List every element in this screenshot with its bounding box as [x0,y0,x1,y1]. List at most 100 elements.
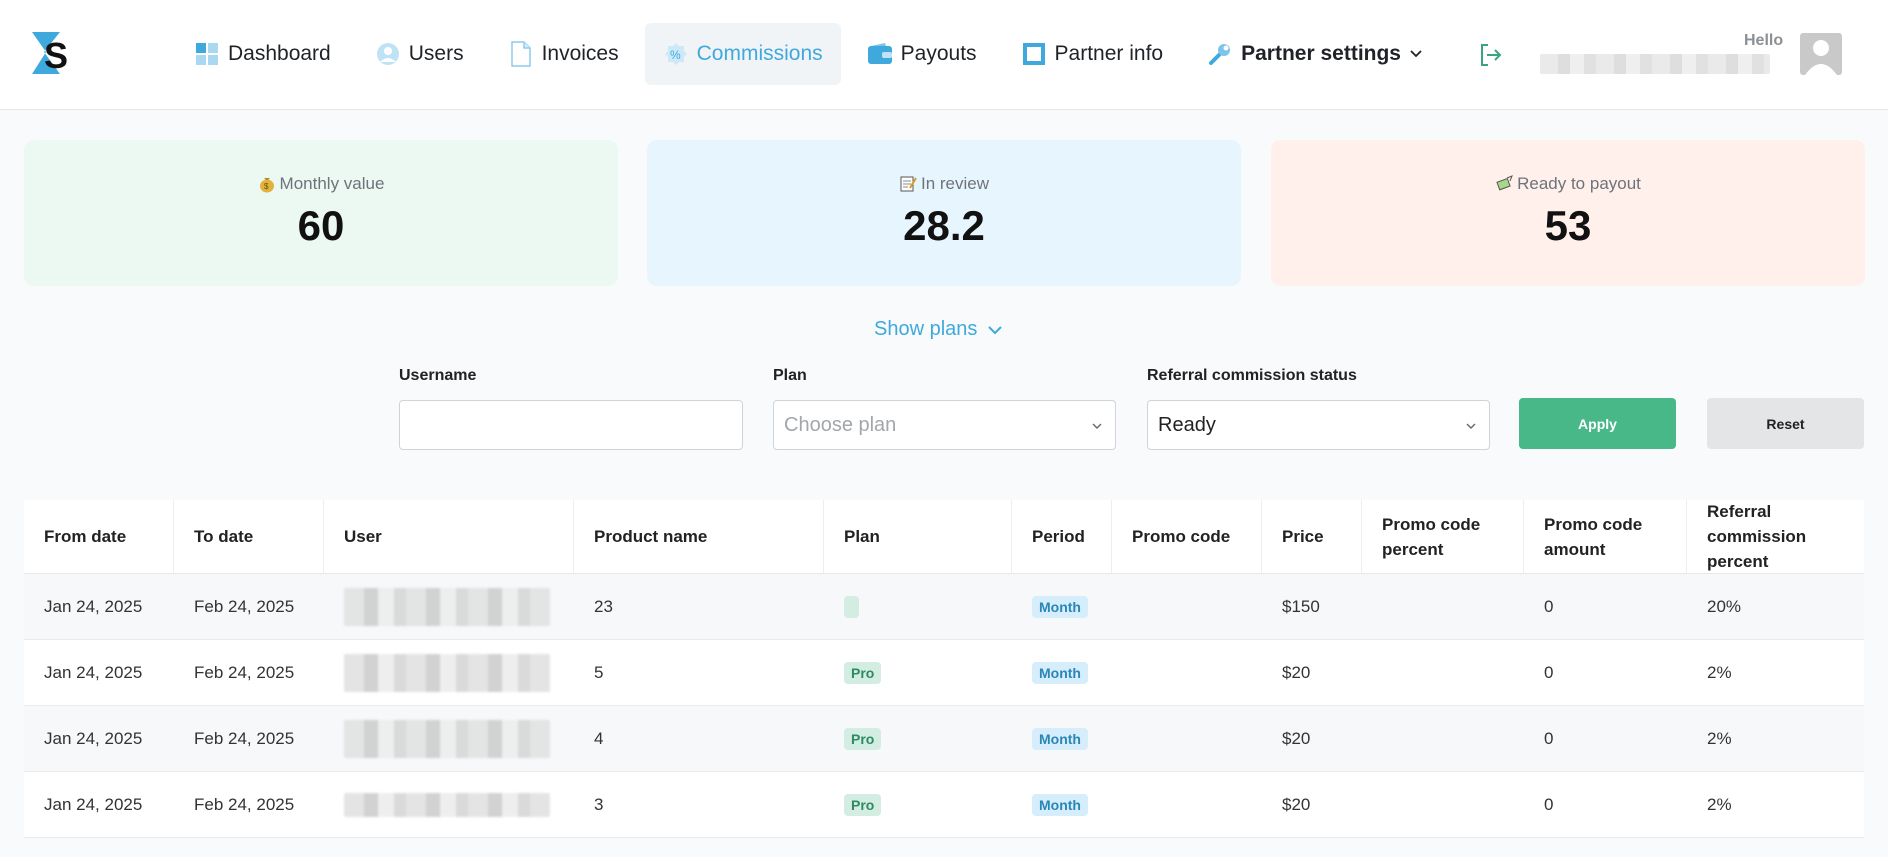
promo-amount-cell: 0 [1544,662,1554,682]
product-cell: 5 [594,662,604,682]
promo-code-cell [1112,706,1262,771]
period-cell: Month [1012,772,1112,837]
show-plans-label: Show plans [874,318,978,340]
chevron-down-icon [1410,50,1422,58]
ready-to-payout-number: 53 [1544,202,1592,249]
column-header[interactable]: Product name [574,500,824,573]
promo-percent-cell [1362,640,1524,705]
svg-text:S: S [44,35,68,76]
from-date-cell: Jan 24, 2025 [44,794,143,814]
column-header[interactable]: Period [1012,500,1112,573]
plan-cell: Pro [824,706,1012,771]
table-row[interactable]: Jan 24, 2025 Feb 24, 2025 23 Month $150 … [24,574,1864,640]
status-filter-label: Referral commission status [1147,367,1357,384]
to-date-cell: Feb 24, 2025 [194,728,295,748]
user-cell [324,640,574,705]
price-cell: $20 [1282,794,1311,814]
nav-invoices[interactable]: Invoices [490,23,637,85]
dashboard-icon [194,41,220,67]
plan-badge: Pro [844,661,882,684]
top-header: S Dashboard Users Invoices % Commissions [0,0,1888,110]
username-blurred [1540,54,1770,74]
user-name-blurred [344,653,550,692]
chevron-down-icon [988,325,1003,334]
avatar[interactable] [1800,33,1842,75]
period-badge: Month [1032,595,1088,618]
apply-button[interactable]: Apply [1519,398,1676,449]
product-cell: 23 [594,596,613,616]
table-header: From date To date User Product name Plan… [24,500,1864,574]
from-date-cell: Jan 24, 2025 [44,728,143,748]
in-review-card: In review 28.2 [647,140,1241,286]
nav-partner-info[interactable]: Partner info [1003,23,1182,85]
referral-percent-cell: 2% [1707,794,1732,814]
user-cell [324,772,574,837]
reset-button[interactable]: Reset [1707,398,1864,449]
price-cell: $20 [1282,728,1311,748]
period-badge: Month [1032,793,1088,816]
info-square-icon [1021,41,1047,67]
plan-badge: Pro [844,793,882,816]
monthly-value-number: 60 [297,202,345,249]
money-bag-icon: $ [259,178,274,193]
nav-users-label: Users [408,42,464,65]
status-select-value: Ready [1158,413,1216,436]
main-nav: Dashboard Users Invoices % Commissions P… [176,22,1449,86]
column-header[interactable]: Promo code [1112,500,1262,573]
promo-percent-cell [1362,706,1524,771]
logout-icon[interactable] [1478,42,1504,68]
column-header[interactable]: From date [24,500,174,573]
ready-to-payout-label: Ready to payout [1517,174,1641,193]
column-header[interactable]: To date [174,500,324,573]
nav-commissions-label: Commissions [696,42,823,65]
app-logo[interactable]: S [30,30,74,76]
plan-badge: Pro [844,727,882,750]
nav-invoices-label: Invoices [541,42,619,65]
wrench-icon [1207,41,1233,67]
ready-to-payout-card: Ready to payout 53 [1271,140,1865,286]
promo-amount-cell: 0 [1544,794,1554,814]
plan-select-placeholder: Choose plan [784,413,897,436]
in-review-number: 28.2 [903,202,985,249]
column-header[interactable]: Referral commission percent [1687,500,1864,573]
table-row[interactable]: Jan 24, 2025 Feb 24, 2025 4 Pro Month $2… [24,706,1864,772]
table-row[interactable]: Jan 24, 2025 Feb 24, 2025 3 Pro Month $2… [24,772,1864,838]
to-date-cell: Feb 24, 2025 [194,596,295,616]
column-header[interactable]: Promo code percent [1362,500,1524,573]
price-cell: $20 [1282,662,1311,682]
from-date-cell: Jan 24, 2025 [44,596,143,616]
column-header[interactable]: Price [1262,500,1362,573]
nav-payouts-label: Payouts [900,42,977,65]
table-row[interactable]: Jan 24, 2025 Feb 24, 2025 5 Pro Month $2… [24,640,1864,706]
promo-percent-cell [1362,574,1524,639]
from-date-cell: Jan 24, 2025 [44,662,143,682]
svg-text:%: % [670,48,681,62]
nav-commissions[interactable]: % Commissions [644,23,841,85]
nav-partner-settings-label: Partner settings [1241,42,1401,65]
nav-partner-settings[interactable]: Partner settings [1189,23,1441,85]
username-input[interactable] [399,400,743,450]
user-name-blurred [344,719,550,758]
nav-dashboard-label: Dashboard [228,42,331,65]
nav-users[interactable]: Users [357,23,482,85]
plan-select[interactable]: Choose plan [773,400,1116,450]
promo-amount-cell: 0 [1544,596,1554,616]
column-header[interactable]: User [324,500,574,573]
column-header[interactable]: Promo code amount [1524,500,1687,573]
plan-cell: Pro [824,640,1012,705]
show-plans-toggle[interactable]: Show plans [874,318,1003,341]
promo-code-cell [1112,640,1262,705]
percent-icon: % [663,41,689,67]
period-badge: Month [1032,727,1088,750]
monthly-value-label: Monthly value [279,174,385,193]
user-silhouette-icon [1805,40,1837,75]
column-header[interactable]: Plan [824,500,1012,573]
nav-payouts[interactable]: Payouts [849,23,995,85]
product-cell: 3 [594,794,604,814]
to-date-cell: Feb 24, 2025 [194,662,295,682]
user-name-blurred [344,587,550,626]
nav-dashboard[interactable]: Dashboard [176,23,349,85]
user-name-blurred [344,792,550,817]
period-cell: Month [1012,706,1112,771]
status-select[interactable]: Ready [1147,400,1490,450]
